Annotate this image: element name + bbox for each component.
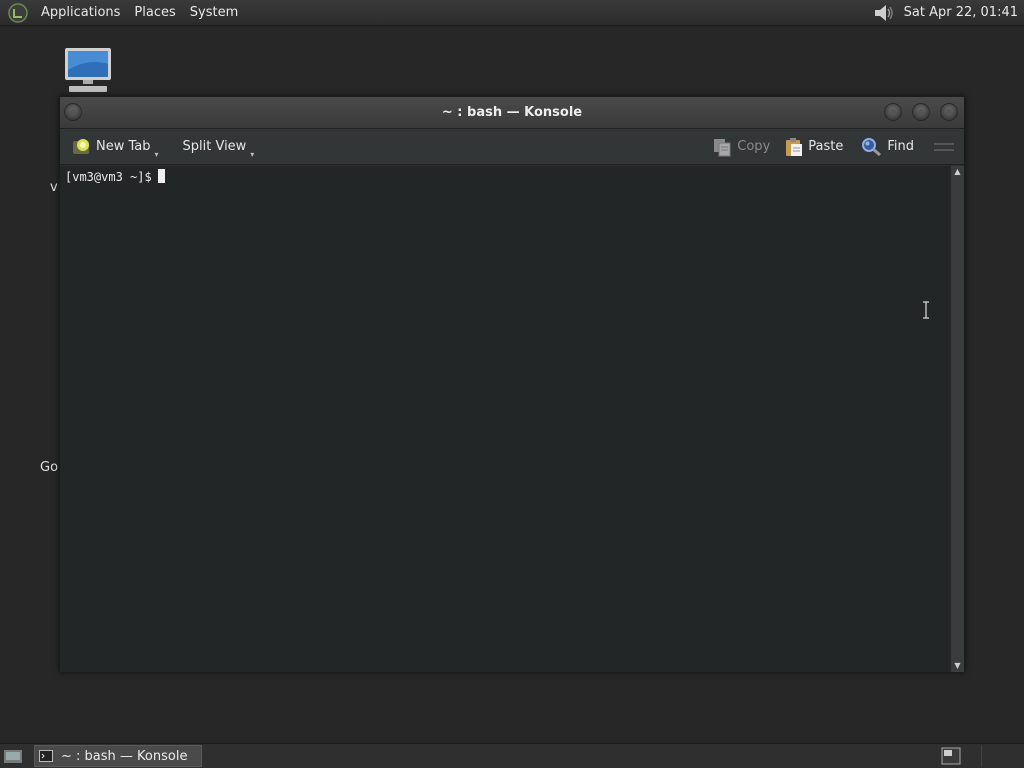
- split-view-button[interactable]: Split View ▾: [177, 133, 255, 161]
- panel-separator: [981, 745, 982, 767]
- taskbar-konsole-item[interactable]: ~ : bash — Konsole: [34, 745, 202, 767]
- ibeam-cursor-icon: [923, 301, 929, 319]
- find-label: Find: [887, 139, 914, 154]
- terminal-prompt: [vm3@vm3 ~]$: [65, 170, 152, 184]
- terminal-area[interactable]: [vm3@vm3 ~]$: [60, 166, 950, 672]
- maximize-button[interactable]: [912, 103, 930, 121]
- new-tab-icon: [73, 138, 89, 154]
- workspace-switcher-icon[interactable]: [941, 747, 961, 765]
- find-button[interactable]: Find: [855, 133, 920, 161]
- mint-logo-icon[interactable]: [8, 2, 28, 23]
- konsole-toolbar: New Tab ▾ Split View ▾ Copy Paste Find: [60, 129, 964, 165]
- paste-label: Paste: [808, 139, 844, 154]
- volume-icon[interactable]: [872, 2, 896, 24]
- hamburger-menu-icon[interactable]: [934, 137, 954, 157]
- dropdown-arrow-icon[interactable]: ▾: [154, 150, 158, 159]
- window-titlebar[interactable]: ~ : bash — Konsole: [60, 97, 964, 129]
- konsole-window: ~ : bash — Konsole New Tab ▾ Split View …: [59, 96, 965, 672]
- new-tab-label: New Tab: [96, 139, 151, 154]
- taskbar-konsole-label: ~ : bash — Konsole: [61, 748, 188, 764]
- window-title: ~ : bash — Konsole: [441, 105, 583, 120]
- window-menu-button[interactable]: [64, 103, 82, 121]
- bottom-panel: ~ : bash — Konsole: [0, 743, 1024, 768]
- scroll-up-icon[interactable]: ▲: [951, 166, 964, 178]
- paste-icon: [786, 137, 803, 156]
- computer-icon[interactable]: [63, 46, 113, 94]
- paste-button[interactable]: Paste: [778, 133, 849, 161]
- minimize-button[interactable]: [884, 103, 902, 121]
- copy-label: Copy: [737, 139, 771, 154]
- clock[interactable]: Sat Apr 22, 01:41: [904, 5, 1018, 20]
- copy-button[interactable]: Copy: [707, 133, 776, 161]
- desktop-icon-label[interactable]: Go: [40, 460, 58, 475]
- copy-icon: [714, 138, 731, 156]
- text-cursor: [157, 169, 165, 183]
- scroll-down-icon[interactable]: ▼: [951, 660, 964, 672]
- places-menu[interactable]: Places: [127, 0, 182, 26]
- terminal-prompt-line: [vm3@vm3 ~]$: [65, 169, 165, 184]
- close-button[interactable]: [940, 103, 958, 121]
- applications-menu[interactable]: Applications: [34, 0, 127, 26]
- terminal-scrollbar[interactable]: ▲ ▼: [950, 166, 964, 672]
- dropdown-arrow-icon[interactable]: ▾: [250, 150, 254, 159]
- show-desktop-icon[interactable]: [2, 747, 24, 765]
- top-panel: Applications Places System Sat Apr 22, 0…: [0, 0, 1024, 26]
- new-tab-button[interactable]: New Tab ▾: [66, 133, 159, 161]
- system-menu[interactable]: System: [183, 0, 245, 26]
- split-view-label: Split View: [182, 139, 247, 154]
- terminal-icon: [39, 750, 53, 762]
- find-icon: [862, 137, 882, 156]
